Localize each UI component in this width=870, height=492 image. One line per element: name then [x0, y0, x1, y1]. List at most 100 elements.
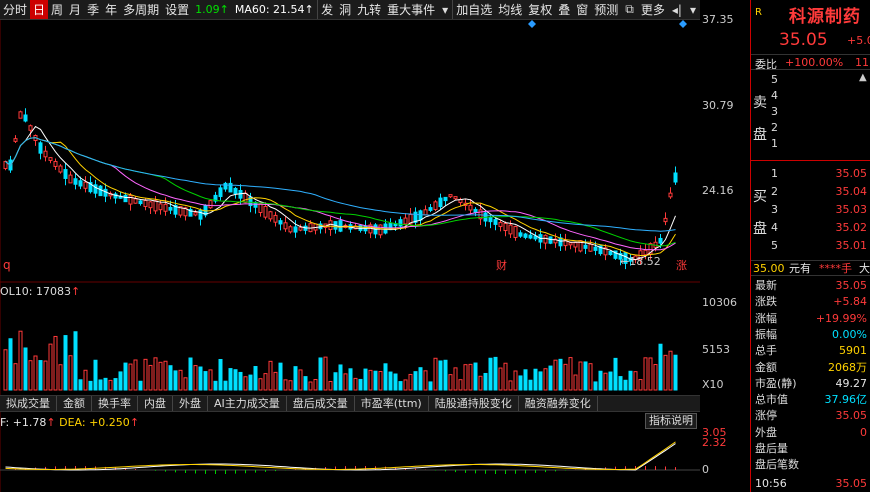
tick-row: 10:56 35.05: [751, 476, 870, 492]
adjust-price-button[interactable]: 复权: [525, 0, 555, 19]
tab-northbound-holding[interactable]: 陆股通持股变化: [429, 396, 519, 411]
candle-body: [73, 178, 78, 185]
volume-bar: [558, 358, 563, 391]
candle-body: [218, 187, 223, 198]
sell-level-5[interactable]: 5: [751, 72, 870, 88]
collapse-arrow-icon[interactable]: ◂|: [668, 3, 686, 17]
toolbar-fa-button[interactable]: 发: [317, 0, 336, 19]
tab-inner[interactable]: 内盘: [138, 396, 173, 411]
forecast-button[interactable]: 预测: [591, 0, 621, 19]
buy-level-3[interactable]: 3 35.03: [751, 202, 870, 218]
stat-row: 市盈(静) 49.27: [751, 376, 870, 392]
tab-margin-change[interactable]: 融资融券变化: [519, 396, 598, 411]
volume-bar: [288, 380, 293, 391]
candle-body: [423, 209, 428, 216]
stat-label: 总市值: [755, 393, 788, 407]
volume-arrow: ↑: [71, 285, 81, 298]
buy-level-4[interactable]: 4 35.02: [751, 220, 870, 236]
candle-body: [193, 212, 198, 216]
volume-bar: [23, 347, 28, 391]
toolbar-jiuzhuan-button[interactable]: 九转: [354, 0, 384, 19]
stat-value: 49.27: [835, 376, 868, 390]
candle-body: [288, 226, 293, 233]
candle-body: [53, 161, 58, 167]
settings-button[interactable]: 设置: [162, 0, 192, 19]
volume-bar: [363, 368, 368, 391]
volume-bar: [263, 373, 268, 391]
candle-body: [518, 232, 523, 237]
moving-average-button[interactable]: 均线: [495, 0, 525, 19]
period-tab-month[interactable]: 月: [66, 0, 84, 19]
window-button[interactable]: 窗: [573, 0, 591, 19]
tab-simulated-volume[interactable]: 拟成交量: [0, 396, 57, 411]
volume-bar: [618, 376, 623, 391]
tab-ai-main-volume[interactable]: AI主力成交量: [208, 396, 287, 411]
volume-bar: [203, 371, 208, 391]
tab-outer[interactable]: 外盘: [173, 396, 208, 411]
candle-body: [453, 196, 458, 200]
volume-label: OL10:: [0, 285, 36, 298]
candle-body: [293, 226, 298, 233]
candle-body: [233, 187, 238, 195]
tab-turnover[interactable]: 换手率: [92, 396, 138, 411]
more-button[interactable]: 更多: [638, 0, 668, 19]
indicator-description-button[interactable]: 指标说明: [645, 413, 697, 429]
add-watchlist-button[interactable]: 加自选: [452, 0, 495, 19]
buy-level-5[interactable]: 5 35.01: [751, 238, 870, 254]
volume-bar: [38, 360, 43, 391]
period-tab-week[interactable]: 周: [48, 0, 66, 19]
price-change-short: +5.0: [847, 34, 870, 47]
overlay-button[interactable]: 叠: [555, 0, 573, 19]
candle-body: [168, 206, 173, 211]
period-tab-quarter[interactable]: 季: [84, 0, 102, 19]
toolbar-dong-button[interactable]: 洞: [336, 0, 354, 19]
volume-bar: [138, 380, 143, 391]
volume-bar: [588, 363, 593, 391]
volume-bar: [298, 369, 303, 391]
chevron-down-icon[interactable]: ▾: [438, 3, 452, 17]
volume-bar: [628, 370, 633, 391]
tab-pe-ttm[interactable]: 市盈率(ttm): [355, 396, 429, 411]
stock-title: R 科源制药: [751, 0, 870, 28]
candle-body: [438, 197, 443, 208]
sell-level-2[interactable]: 2: [751, 120, 870, 136]
volume-bar: [593, 381, 598, 391]
multi-period-button[interactable]: 多周期: [120, 0, 162, 19]
volume-bar: [333, 372, 338, 391]
candle-body: [428, 207, 433, 211]
tab-amount[interactable]: 金额: [57, 396, 92, 411]
ma-short-value: 1.09↑: [195, 3, 229, 16]
candle-body: [148, 201, 153, 209]
buy-level-1[interactable]: 1 35.05: [751, 166, 870, 182]
sell-level-3[interactable]: 3: [751, 104, 870, 120]
volume-bar: [518, 375, 523, 391]
period-tab-year[interactable]: 年: [102, 0, 120, 19]
tick-time: 10:56: [755, 477, 787, 490]
major-events-button[interactable]: 重大事件: [384, 0, 438, 19]
copy-icon[interactable]: ⧉: [621, 2, 638, 17]
volume-bar: [633, 371, 638, 391]
volume-bar: [383, 363, 388, 391]
buy-level-2[interactable]: 2 35.04: [751, 184, 870, 200]
dropdown-icon[interactable]: ▾: [686, 3, 700, 17]
candle-body: [548, 236, 553, 244]
stat-value: 37.96亿: [824, 393, 868, 407]
period-tab-intraday[interactable]: 分时: [0, 0, 30, 19]
volume-bar: [523, 369, 528, 391]
volume-bar: [48, 343, 53, 391]
volume-bar: [153, 357, 158, 391]
candle-body: [93, 184, 98, 194]
dea-value: +0.250: [89, 416, 130, 429]
sell-level-4[interactable]: 4: [751, 88, 870, 104]
sell-level-1[interactable]: 1: [751, 136, 870, 152]
volume-bar: [58, 364, 63, 391]
stock-name[interactable]: 科源制药: [789, 2, 861, 27]
tab-after-hours-volume[interactable]: 盘后成交量: [287, 396, 355, 411]
volume-bar: [213, 380, 218, 391]
candle-body: [608, 250, 613, 256]
volume-bar: [18, 330, 23, 391]
stat-label: 最新: [755, 279, 777, 292]
volume-bar: [343, 373, 348, 391]
period-tab-day[interactable]: 日: [30, 0, 49, 19]
dif-label: F:: [0, 416, 13, 429]
